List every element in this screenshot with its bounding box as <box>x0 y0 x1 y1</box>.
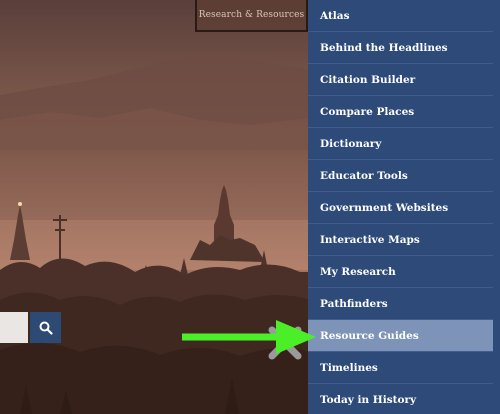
search-input[interactable] <box>0 312 28 343</box>
menu-item-interactive-maps[interactable]: Interactive Maps <box>308 224 493 256</box>
menu-item-today-in-history[interactable]: Today in History <box>308 384 493 414</box>
menu-item-compare-places[interactable]: Compare Places <box>308 96 493 128</box>
menu-item-dictionary[interactable]: Dictionary <box>308 128 493 160</box>
menu-item-educator-tools[interactable]: Educator Tools <box>308 160 493 192</box>
menu-item-citation-builder[interactable]: Citation Builder <box>308 64 493 96</box>
research-resources-tab[interactable]: Research & Resources <box>195 0 308 32</box>
menu-item-atlas[interactable]: Atlas <box>308 0 493 32</box>
menu-item-government-websites[interactable]: Government Websites <box>308 192 493 224</box>
menu-item-my-research[interactable]: My Research <box>308 256 493 288</box>
menu-item-behind-the-headlines[interactable]: Behind the Headlines <box>308 32 493 64</box>
menu-item-pathfinders[interactable]: Pathfinders <box>308 288 493 320</box>
search-icon <box>39 321 53 335</box>
menu-item-resource-guides[interactable]: Resource Guides <box>308 320 493 352</box>
menu-item-timelines[interactable]: Timelines <box>308 352 493 384</box>
research-resources-menu: Atlas Behind the Headlines Citation Buil… <box>308 0 500 414</box>
search-button[interactable] <box>30 312 61 343</box>
